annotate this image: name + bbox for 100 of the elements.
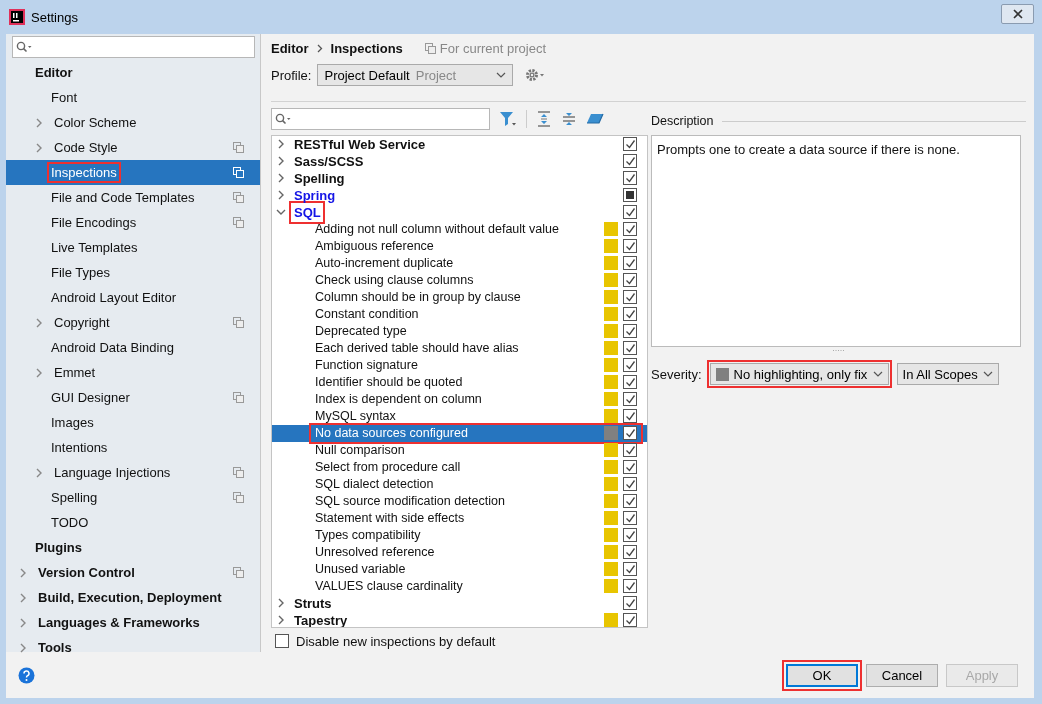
sidebar-item[interactable]: Font <box>47 87 81 108</box>
chevron-right-icon[interactable] <box>36 117 43 128</box>
inspection-group[interactable]: Sass/SCSS <box>294 153 364 169</box>
sidebar-item[interactable]: Images <box>47 412 98 433</box>
inspection-group[interactable]: Tapestry <box>294 612 348 628</box>
expand-all-icon[interactable] <box>536 111 552 128</box>
inspection-item[interactable]: Check using clause columns <box>315 273 474 287</box>
checkbox[interactable] <box>623 222 637 237</box>
checkbox[interactable] <box>623 477 637 492</box>
chevron-right-icon[interactable] <box>276 156 286 167</box>
severity-dropdown[interactable]: No highlighting, only fix <box>709 363 889 385</box>
inspection-item[interactable]: Unresolved reference <box>315 545 435 559</box>
sidebar-item[interactable]: Code Style <box>50 137 122 158</box>
checkbox[interactable] <box>623 494 637 509</box>
checkbox[interactable] <box>623 137 637 152</box>
checkbox[interactable] <box>623 545 637 560</box>
sidebar-item[interactable]: File and Code Templates <box>47 187 199 208</box>
filter-field[interactable] <box>271 108 490 131</box>
checkbox[interactable] <box>623 273 637 288</box>
sidebar-item[interactable]: Copyright <box>50 312 114 333</box>
checkbox[interactable] <box>623 375 637 390</box>
inspection-group[interactable]: Spelling <box>294 170 345 186</box>
sidebar-item[interactable]: Android Layout Editor <box>47 287 181 308</box>
inspection-group[interactable]: Spring <box>294 187 336 203</box>
checkbox[interactable] <box>623 307 637 322</box>
inspection-group[interactable]: Struts <box>294 595 332 611</box>
chevron-right-icon[interactable] <box>20 617 27 628</box>
sidebar-item[interactable]: Version Control <box>34 562 139 583</box>
inspection-item[interactable]: Unused variable <box>315 562 406 576</box>
checkbox[interactable] <box>623 154 637 169</box>
checkbox[interactable] <box>623 426 637 441</box>
sidebar-item[interactable]: Tools <box>34 637 76 658</box>
chevron-down-icon[interactable] <box>276 208 286 216</box>
checkbox-label[interactable]: Disable new inspections by default <box>296 633 496 649</box>
checkbox[interactable] <box>623 596 637 611</box>
checkbox[interactable] <box>623 511 637 526</box>
checkbox[interactable] <box>623 392 637 407</box>
sidebar-item[interactable]: Inspections <box>47 162 121 183</box>
chevron-right-icon[interactable] <box>276 173 286 184</box>
inspection-group[interactable]: SQL <box>294 204 321 220</box>
chevron-right-icon[interactable] <box>276 615 286 626</box>
inspection-item[interactable]: SQL source modification detection <box>315 494 505 508</box>
inspection-item[interactable]: Statement with side effects <box>315 511 465 525</box>
chevron-right-icon[interactable] <box>20 567 27 578</box>
inspection-item[interactable]: Null comparison <box>315 443 405 457</box>
chevron-right-icon[interactable] <box>36 367 43 378</box>
sidebar-item[interactable]: Color Scheme <box>50 112 141 133</box>
checkbox[interactable] <box>623 579 637 594</box>
checkbox[interactable] <box>275 634 289 649</box>
search-field[interactable] <box>12 36 255 58</box>
dialog-button[interactable]: OK <box>786 663 858 687</box>
close-button[interactable] <box>1001 4 1034 24</box>
inspection-item[interactable]: Types compatibility <box>315 528 421 542</box>
sidebar-item[interactable]: GUI Designer <box>47 387 134 408</box>
sidebar-item[interactable]: Build, Execution, Deployment <box>34 587 226 608</box>
sidebar-item[interactable]: File Types <box>47 262 114 283</box>
checkbox[interactable] <box>623 358 637 373</box>
chevron-right-icon[interactable] <box>20 642 27 653</box>
inspection-item[interactable]: Each derived table should have alias <box>315 341 519 355</box>
chevron-right-icon[interactable] <box>36 142 43 153</box>
inspection-item[interactable]: Identifier should be quoted <box>315 375 463 389</box>
checkbox[interactable] <box>623 562 637 577</box>
sidebar-item[interactable]: Live Templates <box>47 237 142 258</box>
chevron-right-icon[interactable] <box>276 190 286 201</box>
inspection-item[interactable]: Deprecated type <box>315 324 407 338</box>
inspection-item[interactable]: Select from procedure call <box>315 460 461 474</box>
inspection-item[interactable]: SQL dialect detection <box>315 477 434 491</box>
checkbox[interactable] <box>623 324 637 339</box>
sidebar-item[interactable]: TODO <box>47 512 93 533</box>
sidebar-item[interactable]: Languages & Frameworks <box>34 612 204 633</box>
checkbox[interactable] <box>623 290 637 305</box>
chevron-right-icon[interactable] <box>276 139 286 150</box>
dialog-button[interactable]: Cancel <box>866 663 938 687</box>
inspection-item[interactable]: Constant condition <box>315 307 419 321</box>
sidebar-item[interactable]: Editor <box>31 62 77 83</box>
sidebar-item[interactable]: File Encodings <box>47 212 141 233</box>
sidebar-item[interactable]: Language Injections <box>50 462 175 483</box>
checkbox[interactable] <box>623 613 637 628</box>
sidebar-item[interactable]: Spelling <box>47 487 102 508</box>
checkbox[interactable] <box>623 443 637 458</box>
inspection-item[interactable]: Index is dependent on column <box>315 392 482 406</box>
resize-grip-icon[interactable] <box>831 349 846 352</box>
inspection-item[interactable]: MySQL syntax <box>315 409 396 423</box>
sidebar-item[interactable]: Android Data Binding <box>47 337 178 358</box>
checkbox[interactable] <box>623 256 637 271</box>
chevron-right-icon[interactable] <box>20 592 27 603</box>
inspection-item[interactable]: Adding not null column without default value <box>315 222 559 236</box>
inspection-item[interactable]: Function signature <box>315 358 418 372</box>
inspection-item[interactable]: VALUES clause cardinality <box>315 579 463 593</box>
inspection-group[interactable]: RESTful Web Service <box>294 136 426 152</box>
chevron-right-icon[interactable] <box>36 317 43 328</box>
filter-icon[interactable] <box>499 111 517 128</box>
inspection-item[interactable]: Ambiguous reference <box>315 239 434 253</box>
chevron-right-icon[interactable] <box>276 598 286 609</box>
scope-dropdown[interactable]: In All Scopes <box>896 363 999 385</box>
help-icon[interactable] <box>18 666 35 684</box>
inspection-item[interactable]: Auto-increment duplicate <box>315 256 454 270</box>
inspection-item[interactable]: Column should be in group by clause <box>315 290 521 304</box>
sidebar-item[interactable]: Plugins <box>31 537 86 558</box>
chevron-right-icon[interactable] <box>36 467 43 478</box>
